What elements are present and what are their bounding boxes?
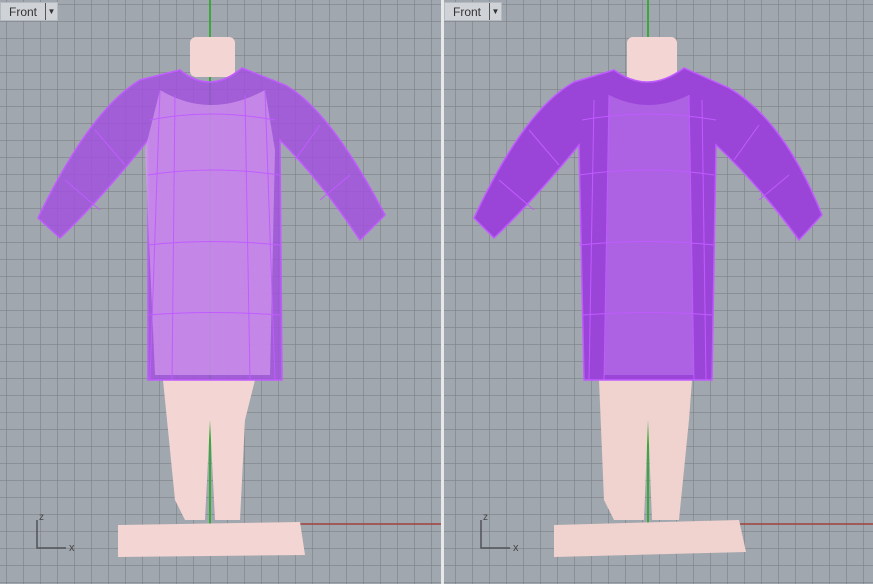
viewport-front-left[interactable]: Front ▼ z x (0, 0, 441, 584)
garment-ghosted (37, 67, 386, 381)
axis-label-x: x (69, 542, 75, 554)
axis-gizmo (480, 520, 510, 549)
viewport-front-right[interactable]: Front ▼ z x (444, 0, 873, 584)
axis-label-z: z (483, 512, 488, 523)
axis-gizmo (36, 520, 66, 549)
garment-shaded (473, 67, 823, 381)
axis-label-x: x (513, 542, 519, 554)
scene-left (36, 0, 441, 557)
axis-label-z: z (39, 512, 44, 523)
scene-right (473, 0, 873, 557)
